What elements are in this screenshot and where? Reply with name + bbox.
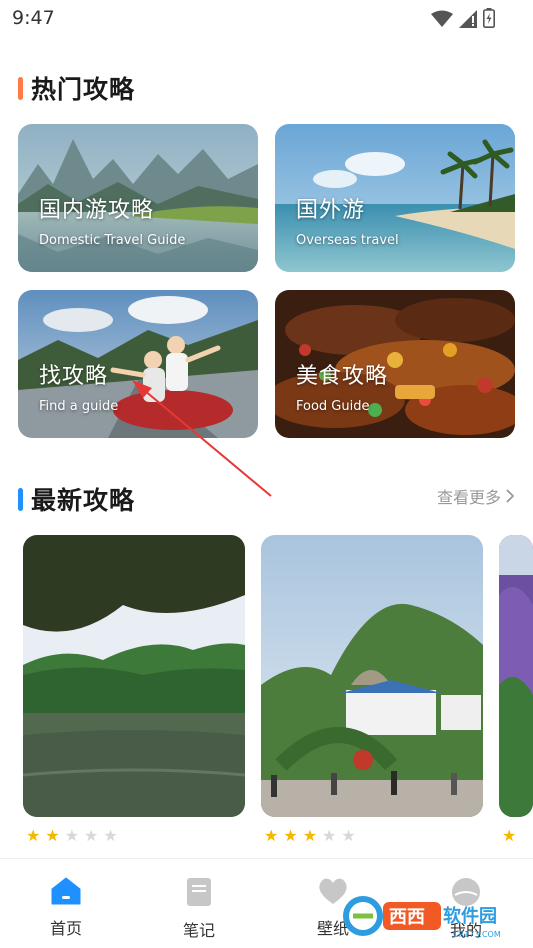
- latest-guide-image: [23, 535, 245, 817]
- latest-guide-image: [499, 535, 533, 817]
- find-guide-card[interactable]: 找攻略 Find a guide: [18, 290, 258, 438]
- tab-home[interactable]: 首页: [26, 877, 106, 939]
- see-more-link[interactable]: 查看更多: [437, 484, 515, 508]
- chevron-right-icon: [506, 489, 515, 503]
- watermark-url: CR173.COM: [453, 930, 501, 939]
- latest-guide-card[interactable]: [23, 535, 245, 817]
- see-more-label: 查看更多: [436, 488, 501, 507]
- hot-guides-header: 热门攻略: [18, 70, 135, 106]
- status-time: 9:47: [12, 7, 55, 29]
- card-subtitle: Domestic Travel Guide: [39, 233, 186, 248]
- rating-stars: ★: [502, 828, 516, 844]
- home-icon: [51, 877, 81, 905]
- star-icon: ★: [45, 826, 60, 845]
- latest-guide-card[interactable]: [261, 535, 483, 817]
- star-icon: ★: [64, 826, 80, 845]
- food-guide-card[interactable]: 美食攻略 Food Guide: [275, 290, 515, 438]
- rating-stars: ★ ★ ★ ★ ★: [264, 828, 356, 844]
- star-icon: ★: [283, 826, 298, 845]
- latest-guide-card[interactable]: [499, 535, 533, 817]
- card-subtitle: Find a guide: [39, 399, 119, 414]
- card-title: 国外游: [296, 198, 366, 223]
- status-bar: 9:47: [0, 0, 533, 38]
- latest-guides-title: 最新攻略: [31, 486, 136, 515]
- star-icon: ★: [322, 826, 337, 845]
- tab-notes[interactable]: 笔记: [159, 877, 239, 941]
- overseas-travel-card[interactable]: 国外游 Overseas travel: [275, 124, 515, 272]
- signal-icon: [459, 10, 477, 28]
- star-icon: ★: [103, 826, 118, 845]
- card-title: 美食攻略: [296, 364, 389, 389]
- latest-guide-image: [261, 535, 483, 817]
- domestic-travel-card[interactable]: 国内游攻略 Domestic Travel Guide: [18, 124, 258, 272]
- star-icon: ★: [84, 826, 99, 845]
- hot-guides-title: 热门攻略: [31, 75, 136, 104]
- section-accent-bar: [18, 487, 23, 511]
- tab-label: 首页: [49, 919, 82, 938]
- tab-label: 笔记: [182, 921, 215, 940]
- watermark-brand-text: 西西: [389, 907, 425, 928]
- star-icon: ★: [341, 826, 356, 845]
- watermark-logo: 西西 软件园 CR173.COM: [343, 896, 501, 939]
- star-icon: ★: [264, 826, 279, 845]
- latest-guides-header: 最新攻略: [18, 481, 135, 517]
- wifi-icon: [431, 10, 453, 27]
- notebook-icon: [187, 878, 211, 906]
- star-icon: ★: [502, 826, 517, 845]
- battery-icon: [483, 8, 495, 28]
- svg-text:软件园: 软件园: [443, 905, 497, 927]
- card-subtitle: Food Guide: [296, 399, 370, 414]
- star-icon: ★: [302, 826, 318, 845]
- star-icon: ★: [26, 826, 41, 845]
- status-icons: [431, 8, 495, 28]
- rating-stars: ★ ★ ★ ★ ★: [26, 828, 118, 844]
- card-title: 国内游攻略: [39, 198, 155, 223]
- card-subtitle: Overseas travel: [296, 233, 399, 248]
- section-accent-bar: [18, 76, 23, 100]
- card-title: 找攻略: [39, 364, 109, 389]
